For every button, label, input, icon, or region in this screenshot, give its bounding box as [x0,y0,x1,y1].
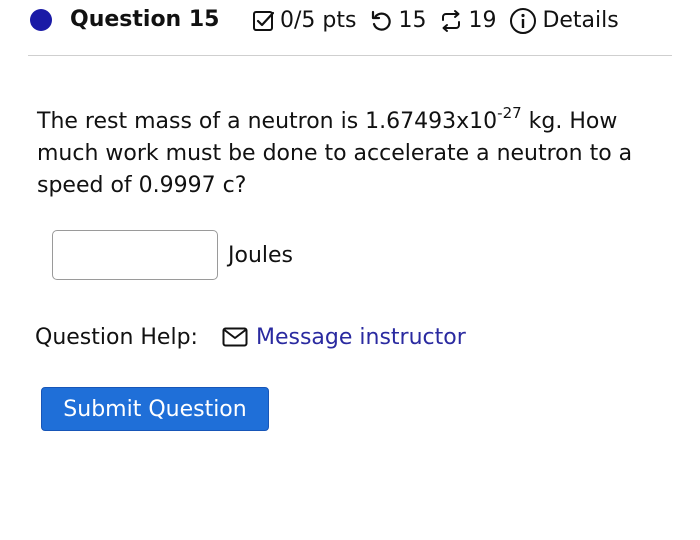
question-text: The rest mass of a neutron is 1.67493x10… [37,103,677,202]
envelope-icon [222,327,248,347]
question-title: Question 15 [70,7,220,32]
question-help-label: Question Help: [35,324,198,350]
checkbox-icon [250,8,276,34]
message-instructor-link[interactable]: Message instructor [222,325,466,350]
question-text-main: The rest mass of a neutron is 1.67493x10 [37,109,498,134]
question-meta: 0/5 pts 15 19 Details [250,6,619,36]
points-value: 0/5 pts [280,8,357,33]
status-dot-icon [30,9,52,31]
retry-icon[interactable] [368,8,394,34]
question-help: Question Help: Message instructor [35,322,466,352]
details-link[interactable]: Details [542,7,618,35]
header-divider [28,55,672,56]
attempts-icon [438,8,464,34]
attempts-count: 19 [468,8,497,33]
answer-unit-label: Joules [228,243,294,268]
submit-question-button[interactable]: Submit Question [41,387,269,431]
question-header: Question 15 0/5 pts 15 19 Details [0,0,700,56]
answer-input[interactable] [52,230,218,280]
question-exponent: -27 [497,103,522,122]
message-instructor-label: Message instructor [255,324,466,350]
info-icon[interactable] [508,6,538,36]
retry-count: 15 [398,8,427,33]
